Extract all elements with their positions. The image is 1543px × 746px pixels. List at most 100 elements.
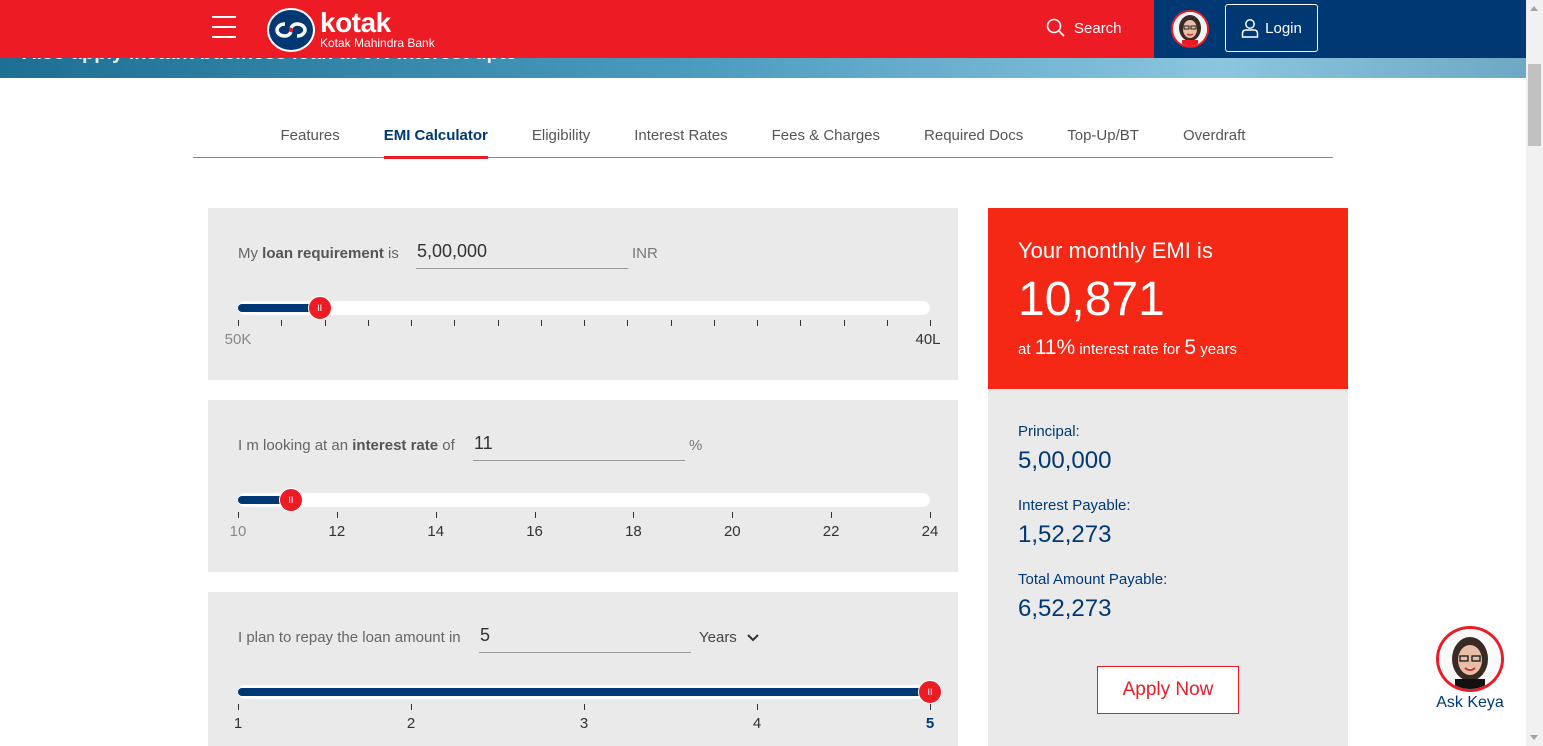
interest-payable-label: Interest Payable: bbox=[1018, 497, 1131, 514]
loan-amount-input[interactable]: 5,00,000 bbox=[416, 237, 628, 269]
tenure-unit-select[interactable]: Years bbox=[699, 629, 759, 646]
top-nav-right: Login bbox=[1154, 0, 1526, 58]
scroll-thumb[interactable] bbox=[1528, 64, 1541, 146]
slider-tick bbox=[930, 512, 931, 518]
slider-tick-label: 2 bbox=[406, 715, 416, 732]
slider-tick bbox=[281, 320, 283, 326]
emi-breakdown-panel: Principal: 5,00,000 Interest Payable: 1,… bbox=[988, 389, 1348, 746]
tab-interest-rates[interactable]: Interest Rates bbox=[612, 118, 749, 158]
search-icon bbox=[1046, 18, 1065, 37]
slider-tick bbox=[627, 320, 629, 326]
tenure-input[interactable]: 5 bbox=[479, 621, 691, 653]
assistant-avatar[interactable] bbox=[1171, 10, 1209, 48]
tab-overdraft[interactable]: Overdraft bbox=[1161, 118, 1268, 158]
slider-tick-label: 12 bbox=[328, 523, 346, 540]
tenure-label: I plan to repay the loan amount in bbox=[238, 629, 461, 646]
slider-tick bbox=[540, 320, 542, 326]
search-button[interactable]: Search bbox=[1046, 18, 1122, 38]
tab-fees-charges[interactable]: Fees & Charges bbox=[750, 118, 902, 158]
interest-rate-input[interactable]: 11 bbox=[473, 429, 685, 461]
emi-rate: 11% bbox=[1034, 336, 1076, 359]
loan-amount-card: My loan requirement is 5,00,000 INR II 5… bbox=[208, 208, 958, 380]
emi-years: 5 bbox=[1184, 336, 1197, 359]
interest-rate-unit: % bbox=[689, 437, 703, 454]
slider-tick bbox=[238, 512, 239, 518]
chevron-down-icon bbox=[747, 633, 759, 641]
tab-top-up-bt[interactable]: Top-Up/BT bbox=[1045, 118, 1161, 158]
slider-tick bbox=[930, 704, 931, 710]
slider-tick bbox=[757, 320, 758, 326]
loan-amount-slider-handle[interactable]: II bbox=[307, 296, 332, 320]
slider-tick bbox=[324, 320, 326, 326]
emi-amount: 10,871 bbox=[1018, 273, 1165, 326]
slider-tick bbox=[454, 320, 456, 326]
total-payable-value: 6,52,273 bbox=[1018, 595, 1112, 622]
page: Also apply instant business loan at 0% i… bbox=[0, 0, 1543, 746]
brand-subtitle: Kotak Mahindra Bank bbox=[320, 36, 435, 50]
slider-tick bbox=[497, 320, 499, 326]
brand-name: kotak bbox=[320, 7, 391, 38]
loan-max-label: 40L bbox=[915, 331, 941, 348]
interest-rate-slider[interactable]: II bbox=[238, 488, 930, 512]
interest-payable-value: 1,52,273 bbox=[1018, 521, 1112, 548]
apply-now-button[interactable]: Apply Now bbox=[1097, 666, 1239, 714]
hamburger-menu-icon[interactable] bbox=[212, 16, 236, 38]
tab-emi-calculator[interactable]: EMI Calculator bbox=[362, 118, 510, 159]
slider-tick-label: 20 bbox=[723, 523, 741, 540]
interest-rate-slider-handle[interactable]: II bbox=[278, 488, 303, 512]
slider-tick-label: 3 bbox=[579, 715, 589, 732]
slider-tick bbox=[886, 320, 888, 326]
slider-tick bbox=[336, 512, 338, 518]
slider-tick-label: 4 bbox=[752, 715, 762, 732]
slider-tick bbox=[670, 320, 672, 326]
slider-tick bbox=[411, 320, 412, 326]
ask-keya-chatbot[interactable]: Ask Keya bbox=[1434, 626, 1506, 712]
tab-features[interactable]: Features bbox=[259, 118, 362, 158]
loan-amount-unit: INR bbox=[632, 245, 658, 262]
top-nav-bar: kotak Kotak Mahindra Bank Search bbox=[0, 0, 1154, 58]
emi-result-panel: Your monthly EMI is 10,871 at 11% intere… bbox=[988, 208, 1348, 389]
slider-tick-label: 10 bbox=[229, 523, 247, 540]
tenure-slider-handle[interactable]: II bbox=[918, 680, 942, 704]
tenure-slider[interactable]: II bbox=[238, 680, 942, 704]
kotak-logo[interactable]: kotak Kotak Mahindra Bank bbox=[267, 8, 435, 52]
tab-required-docs[interactable]: Required Docs bbox=[902, 118, 1045, 158]
slider-tick-label: 16 bbox=[526, 523, 543, 540]
total-payable-label: Total Amount Payable: bbox=[1018, 571, 1168, 588]
slider-tick bbox=[584, 320, 585, 326]
tenure-card: I plan to repay the loan amount in 5 Yea… bbox=[208, 592, 958, 746]
page-scrollbar[interactable] bbox=[1526, 0, 1543, 746]
loan-amount-label: My loan requirement is bbox=[238, 245, 399, 262]
interest-rate-card: I m looking at an interest rate of 11 % … bbox=[208, 400, 958, 572]
loan-amount-slider[interactable]: II bbox=[238, 296, 930, 320]
slider-tick bbox=[800, 320, 802, 326]
tenure-ticks bbox=[238, 704, 931, 710]
slider-tick-label: 5 bbox=[925, 715, 935, 732]
principal-value: 5,00,000 bbox=[1018, 447, 1112, 474]
slider-tick bbox=[633, 512, 635, 518]
slider-tick bbox=[713, 320, 715, 326]
tab-eligibility[interactable]: Eligibility bbox=[510, 118, 612, 158]
user-icon bbox=[1241, 19, 1259, 38]
slider-tick bbox=[435, 512, 437, 518]
kotak-logo-mark-icon bbox=[267, 8, 315, 52]
slider-tick-label: 24 bbox=[921, 523, 939, 540]
search-label: Search bbox=[1074, 19, 1122, 37]
slider-tick bbox=[238, 320, 239, 326]
slider-tick-label: 1 bbox=[233, 715, 243, 732]
slider-tick bbox=[584, 704, 585, 710]
slider-tick bbox=[831, 512, 833, 518]
emi-summary: at 11% interest rate for 5 years bbox=[1018, 336, 1237, 359]
login-button[interactable]: Login bbox=[1225, 4, 1318, 52]
slider-tick-label: 22 bbox=[822, 523, 840, 540]
slider-tick bbox=[757, 704, 758, 710]
slider-tick bbox=[930, 320, 931, 326]
assistant-face-icon bbox=[1173, 12, 1207, 46]
scroll-up-icon[interactable] bbox=[1530, 6, 1538, 11]
product-tabs: Features EMI Calculator Eligibility Interes… bbox=[193, 118, 1333, 159]
slider-tick bbox=[367, 320, 369, 326]
slider-tick bbox=[732, 512, 734, 518]
scroll-down-icon[interactable] bbox=[1530, 735, 1538, 740]
loan-min-label: 50K bbox=[224, 331, 252, 348]
interest-rate-label: I m looking at an interest rate of bbox=[238, 437, 455, 454]
